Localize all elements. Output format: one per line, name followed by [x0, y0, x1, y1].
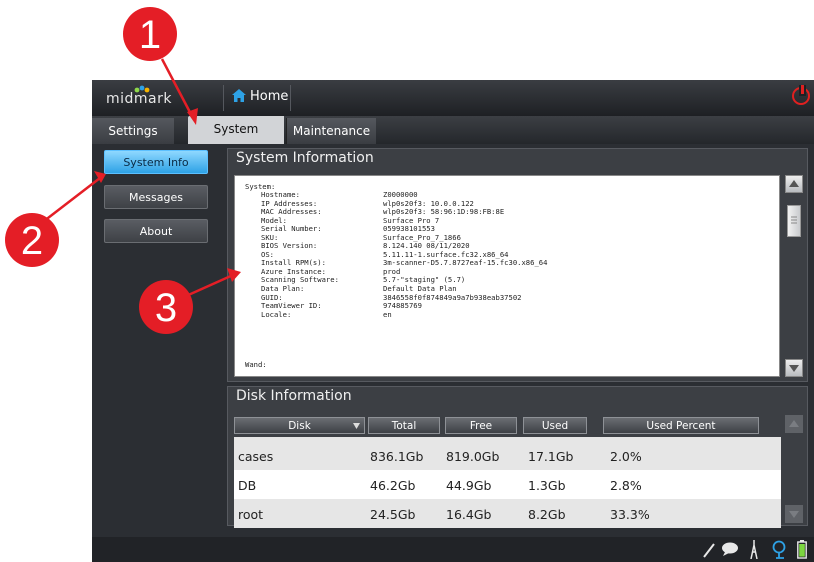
callout-3-number: 3 — [155, 286, 177, 330]
callout-1-arrow — [160, 58, 198, 125]
annotation-overlay: 1 2 3 — [5, 7, 241, 334]
callout-1-number: 1 — [139, 13, 161, 57]
callout-2-number: 2 — [21, 219, 43, 263]
